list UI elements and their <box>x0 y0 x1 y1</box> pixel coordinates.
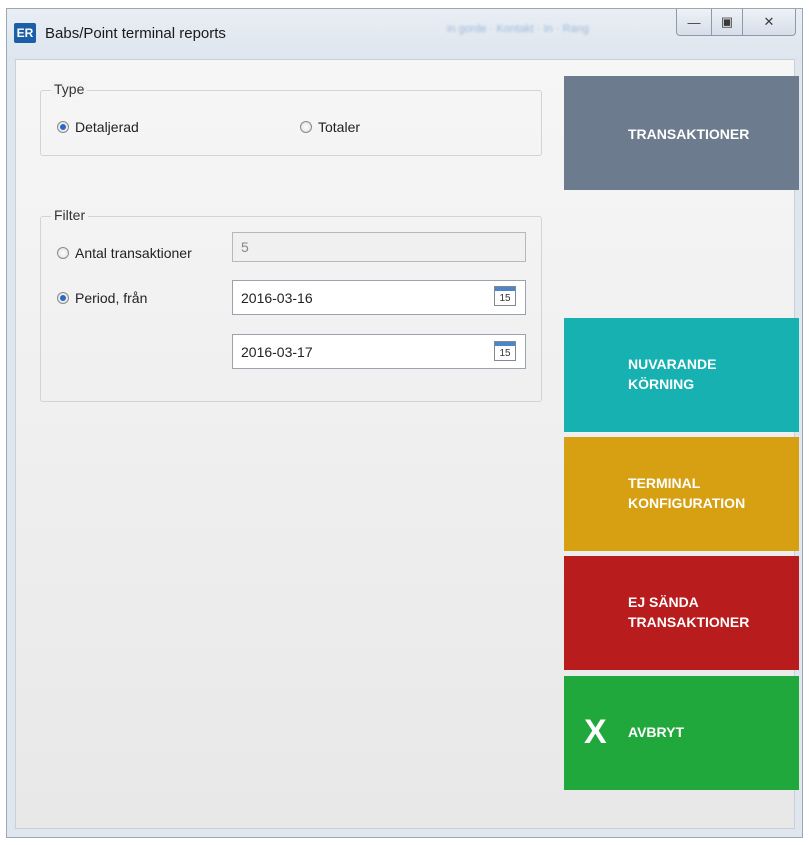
title-bar: ER Babs/Point terminal reports in gorde … <box>7 9 802 59</box>
calendar-icon-from[interactable]: 15 <box>494 286 516 306</box>
date-to-input[interactable] <box>232 334 526 369</box>
blurred-background-text: in gorde · Kontakt · In · Rang <box>447 23 589 35</box>
terminal-konfiguration-button[interactable]: TERMINAL KONFIGURATION <box>564 437 799 551</box>
radio-detaljerad-label: Detaljerad <box>75 119 139 135</box>
radio-antal-indicator[interactable] <box>57 247 69 259</box>
filter-legend: Filter <box>51 207 89 223</box>
radio-totaler-label: Totaler <box>318 119 361 135</box>
calendar-icon-to[interactable]: 15 <box>494 341 516 361</box>
window-controls: — ▣ ✕ <box>676 9 796 36</box>
close-button[interactable]: ✕ <box>743 9 796 36</box>
app-window: ER Babs/Point terminal reports in gorde … <box>6 8 803 838</box>
close-x-icon: X <box>584 713 607 751</box>
minimize-icon: — <box>687 14 701 30</box>
maximize-icon: ▣ <box>720 14 734 29</box>
avbryt-button[interactable]: X AVBRYT <box>564 676 799 790</box>
minimize-button[interactable]: — <box>676 9 712 36</box>
type-legend: Type <box>51 81 88 97</box>
ej-sanda-transaktioner-label: EJ SÄNDA TRANSAKTIONER <box>628 594 750 630</box>
window-title: Babs/Point terminal reports <box>45 25 226 42</box>
calendar-day: 15 <box>499 348 511 359</box>
maximize-button[interactable]: ▣ <box>712 9 743 36</box>
radio-antal-transaktioner[interactable]: Antal transaktioner <box>57 245 192 261</box>
radio-detaljerad-indicator[interactable] <box>57 121 69 133</box>
period-label: Period, från <box>75 290 148 306</box>
antal-transaktioner-label: Antal transaktioner <box>75 245 192 261</box>
radio-detaljerad[interactable]: Detaljerad <box>57 119 139 135</box>
antal-transaktioner-input[interactable] <box>232 232 526 262</box>
radio-totaler-indicator[interactable] <box>300 121 312 133</box>
transaktioner-button[interactable]: TRANSAKTIONER <box>564 76 799 190</box>
avbryt-label: AVBRYT <box>628 724 684 740</box>
radio-period-indicator[interactable] <box>57 292 69 304</box>
terminal-konfiguration-label: TERMINAL KONFIGURATION <box>628 475 746 511</box>
radio-period[interactable]: Period, från <box>57 290 147 306</box>
calendar-day: 15 <box>499 293 511 304</box>
close-icon: ✕ <box>763 14 775 29</box>
app-icon: ER <box>14 23 36 43</box>
client-area: Type Detaljerad Totaler Filter Antal tra… <box>15 59 799 829</box>
nuvarande-korning-label: NUVARANDE KÖRNING <box>628 356 717 392</box>
nuvarande-korning-button[interactable]: NUVARANDE KÖRNING <box>564 318 799 432</box>
radio-totaler[interactable]: Totaler <box>300 119 360 135</box>
ej-sanda-transaktioner-button[interactable]: EJ SÄNDA TRANSAKTIONER <box>564 556 799 670</box>
date-from-input[interactable] <box>232 280 526 315</box>
transaktioner-label: TRANSAKTIONER <box>628 126 750 142</box>
type-group: Type Detaljerad Totaler <box>40 81 542 156</box>
